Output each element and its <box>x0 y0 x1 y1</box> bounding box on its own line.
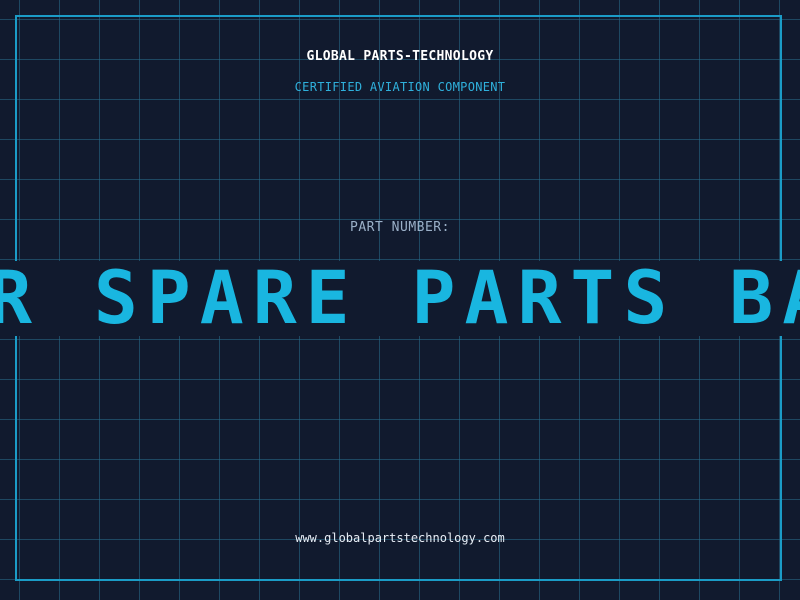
part-number-label: PART NUMBER: <box>350 220 450 235</box>
certification-tagline: CERTIFIED AVIATION COMPONENT <box>294 80 506 94</box>
brand-title: GLOBAL PARTS-TECHNOLOGY <box>306 49 494 64</box>
part-number-value: ER SPARE PARTS BATT <box>0 261 800 336</box>
part-number-band: ER SPARE PARTS BATT <box>0 261 800 336</box>
website-url: www.globalpartstechnology.com <box>295 531 505 545</box>
